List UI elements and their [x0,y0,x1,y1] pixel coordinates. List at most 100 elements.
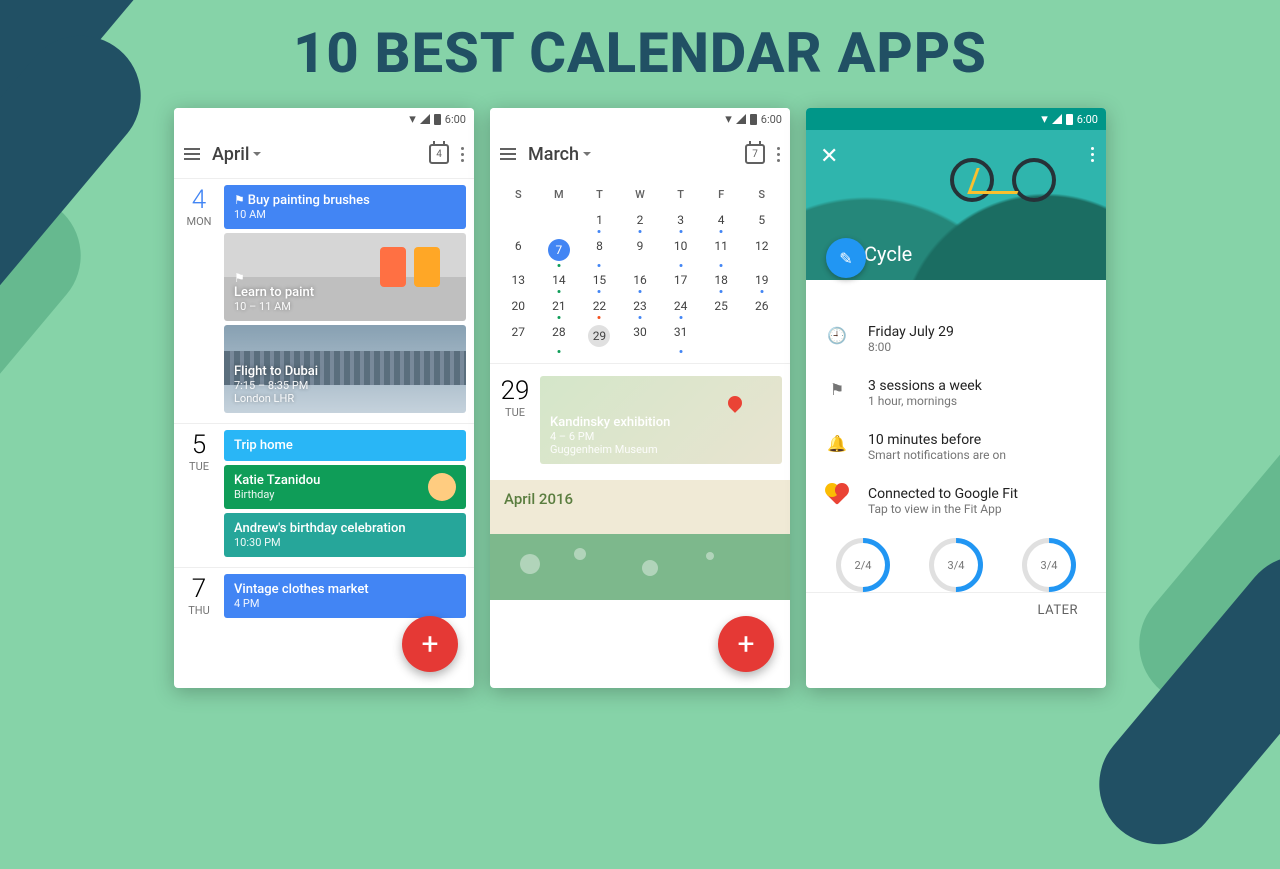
agenda-day-name: Tue [490,406,540,419]
calendar-day[interactable]: 16 [620,267,661,293]
event-card[interactable]: Flight to Dubai7:15 – 8:35 PMLondon LHR [224,325,466,413]
calendar-day[interactable]: 30 [620,319,661,353]
calendar-day[interactable]: 13 [498,267,539,293]
event-card[interactable]: Trip home [224,430,466,461]
avatar [428,473,456,501]
battery-icon [750,114,757,125]
app-bar: April 4 [174,130,474,178]
app-bar: March 7 [490,130,790,178]
calendar-day[interactable]: 11 [701,233,742,267]
menu-icon[interactable] [184,145,200,163]
signal-icon [736,114,746,124]
calendar-day[interactable]: 9 [620,233,661,267]
month-picker[interactable]: April [212,144,261,165]
calendar-day[interactable]: 5 [741,207,782,233]
day-number: 7 [174,574,224,604]
today-icon[interactable]: 4 [429,144,449,164]
today-icon[interactable]: 7 [745,144,765,164]
battery-icon [1066,114,1073,125]
signal-icon [1052,114,1062,124]
calendar-day[interactable]: 14 [539,267,580,293]
overflow-icon[interactable] [461,147,464,162]
calendar-day[interactable]: 24 [660,293,701,319]
close-icon[interactable]: ✕ [820,144,838,169]
event-card[interactable]: Katie TzanidouBirthday [224,465,466,509]
calendar-day[interactable]: 1 [579,207,620,233]
goal-details: 🕘Friday July 298:00⚑3 sessions a week1 h… [806,280,1106,528]
later-button[interactable]: LATER [806,592,1106,628]
month-header-art: April 2016 [490,480,790,600]
status-bar: ▾ 6:00 [174,108,474,130]
menu-icon[interactable] [500,145,516,163]
heart-icon [826,486,848,516]
day-name: Thu [174,604,224,617]
dow-label: F [701,182,742,207]
wifi-icon: ▾ [725,113,732,126]
calendar-day[interactable]: 22 [579,293,620,319]
event-card[interactable]: ⚑ Buy painting brushes10 AM [224,185,466,229]
calendar-day[interactable]: 29 [579,319,620,353]
status-bar: ▾ 6:00 [806,108,1106,130]
overflow-icon[interactable] [1091,144,1094,165]
calendar-day[interactable]: 7 [539,233,580,267]
calendar-day[interactable]: 27 [498,319,539,353]
detail-row[interactable]: Connected to Google FitTap to view in th… [822,474,1090,528]
agenda-row: 29 Tue Kandinsky exhibition 4 – 6 PM Gug… [490,363,790,480]
dow-label: T [579,182,620,207]
bicycle-icon [950,158,1056,206]
dow-label: S [498,182,539,207]
calendar-day[interactable]: 19 [741,267,782,293]
status-bar: ▾ 6:00 [490,108,790,130]
calendar-day[interactable]: 31 [660,319,701,353]
detail-row[interactable]: ⚑3 sessions a week1 hour, mornings [822,366,1090,420]
calendar-day[interactable]: 23 [620,293,661,319]
calendar-day[interactable]: 12 [741,233,782,267]
month-grid: SMTWTFS123456789101112131415161718192021… [490,178,790,363]
phone-schedule: ▾ 6:00 April 4 4Mon⚑ Buy painting brushe… [174,108,474,688]
day-number: 5 [174,430,224,460]
calendar-day[interactable]: 4 [701,207,742,233]
dow-label: S [741,182,782,207]
wifi-icon: ▾ [1041,113,1048,126]
day-number: 4 [174,185,224,215]
calendar-day[interactable]: 20 [498,293,539,319]
calendar-day[interactable]: 2 [620,207,661,233]
add-fab[interactable]: + [718,616,774,672]
progress-rings: 2/43/43/4 [806,528,1106,592]
add-fab[interactable]: + [402,616,458,672]
calendar-day[interactable]: 3 [660,207,701,233]
dow-label: M [539,182,580,207]
phone-goal: ▾ 6:00 ✕ Cycle ✎ 🕘Friday July 298:00⚑3 s… [806,108,1106,688]
signal-icon [420,114,430,124]
clock-icon: 🕘 [826,324,848,354]
event-card[interactable]: Kandinsky exhibition 4 – 6 PM Guggenheim… [540,376,782,464]
page-title: 10 BEST CALENDAR APPS [0,0,1280,86]
wifi-icon: ▾ [409,113,416,126]
event-card[interactable]: ⚑ Learn to paint10 – 11 AM [224,233,466,321]
calendar-day[interactable]: 15 [579,267,620,293]
calendar-day[interactable]: 18 [701,267,742,293]
event-card[interactable]: Andrew's birthday celebration10:30 PM [224,513,466,557]
calendar-day[interactable]: 8 [579,233,620,267]
calendar-day[interactable]: 21 [539,293,580,319]
month-picker[interactable]: March [528,144,591,165]
status-time: 6:00 [445,113,466,126]
overflow-icon[interactable] [777,147,780,162]
edit-fab[interactable]: ✎ [826,238,866,278]
calendar-day[interactable]: 6 [498,233,539,267]
calendar-day[interactable]: 25 [701,293,742,319]
status-time: 6:00 [761,113,782,126]
calendar-day[interactable]: 10 [660,233,701,267]
event-card[interactable]: Vintage clothes market4 PM [224,574,466,618]
detail-row[interactable]: 🕘Friday July 298:00 [822,312,1090,366]
calendar-day[interactable]: 28 [539,319,580,353]
calendar-day[interactable]: 26 [741,293,782,319]
agenda-day-number: 29 [490,376,540,406]
bell-icon: 🔔 [826,432,848,462]
goal-title: Cycle [864,242,912,266]
detail-row[interactable]: 🔔10 minutes beforeSmart notifications ar… [822,420,1090,474]
reminder-icon: ⚑ [234,193,248,207]
battery-icon [434,114,441,125]
dow-label: W [620,182,661,207]
calendar-day[interactable]: 17 [660,267,701,293]
